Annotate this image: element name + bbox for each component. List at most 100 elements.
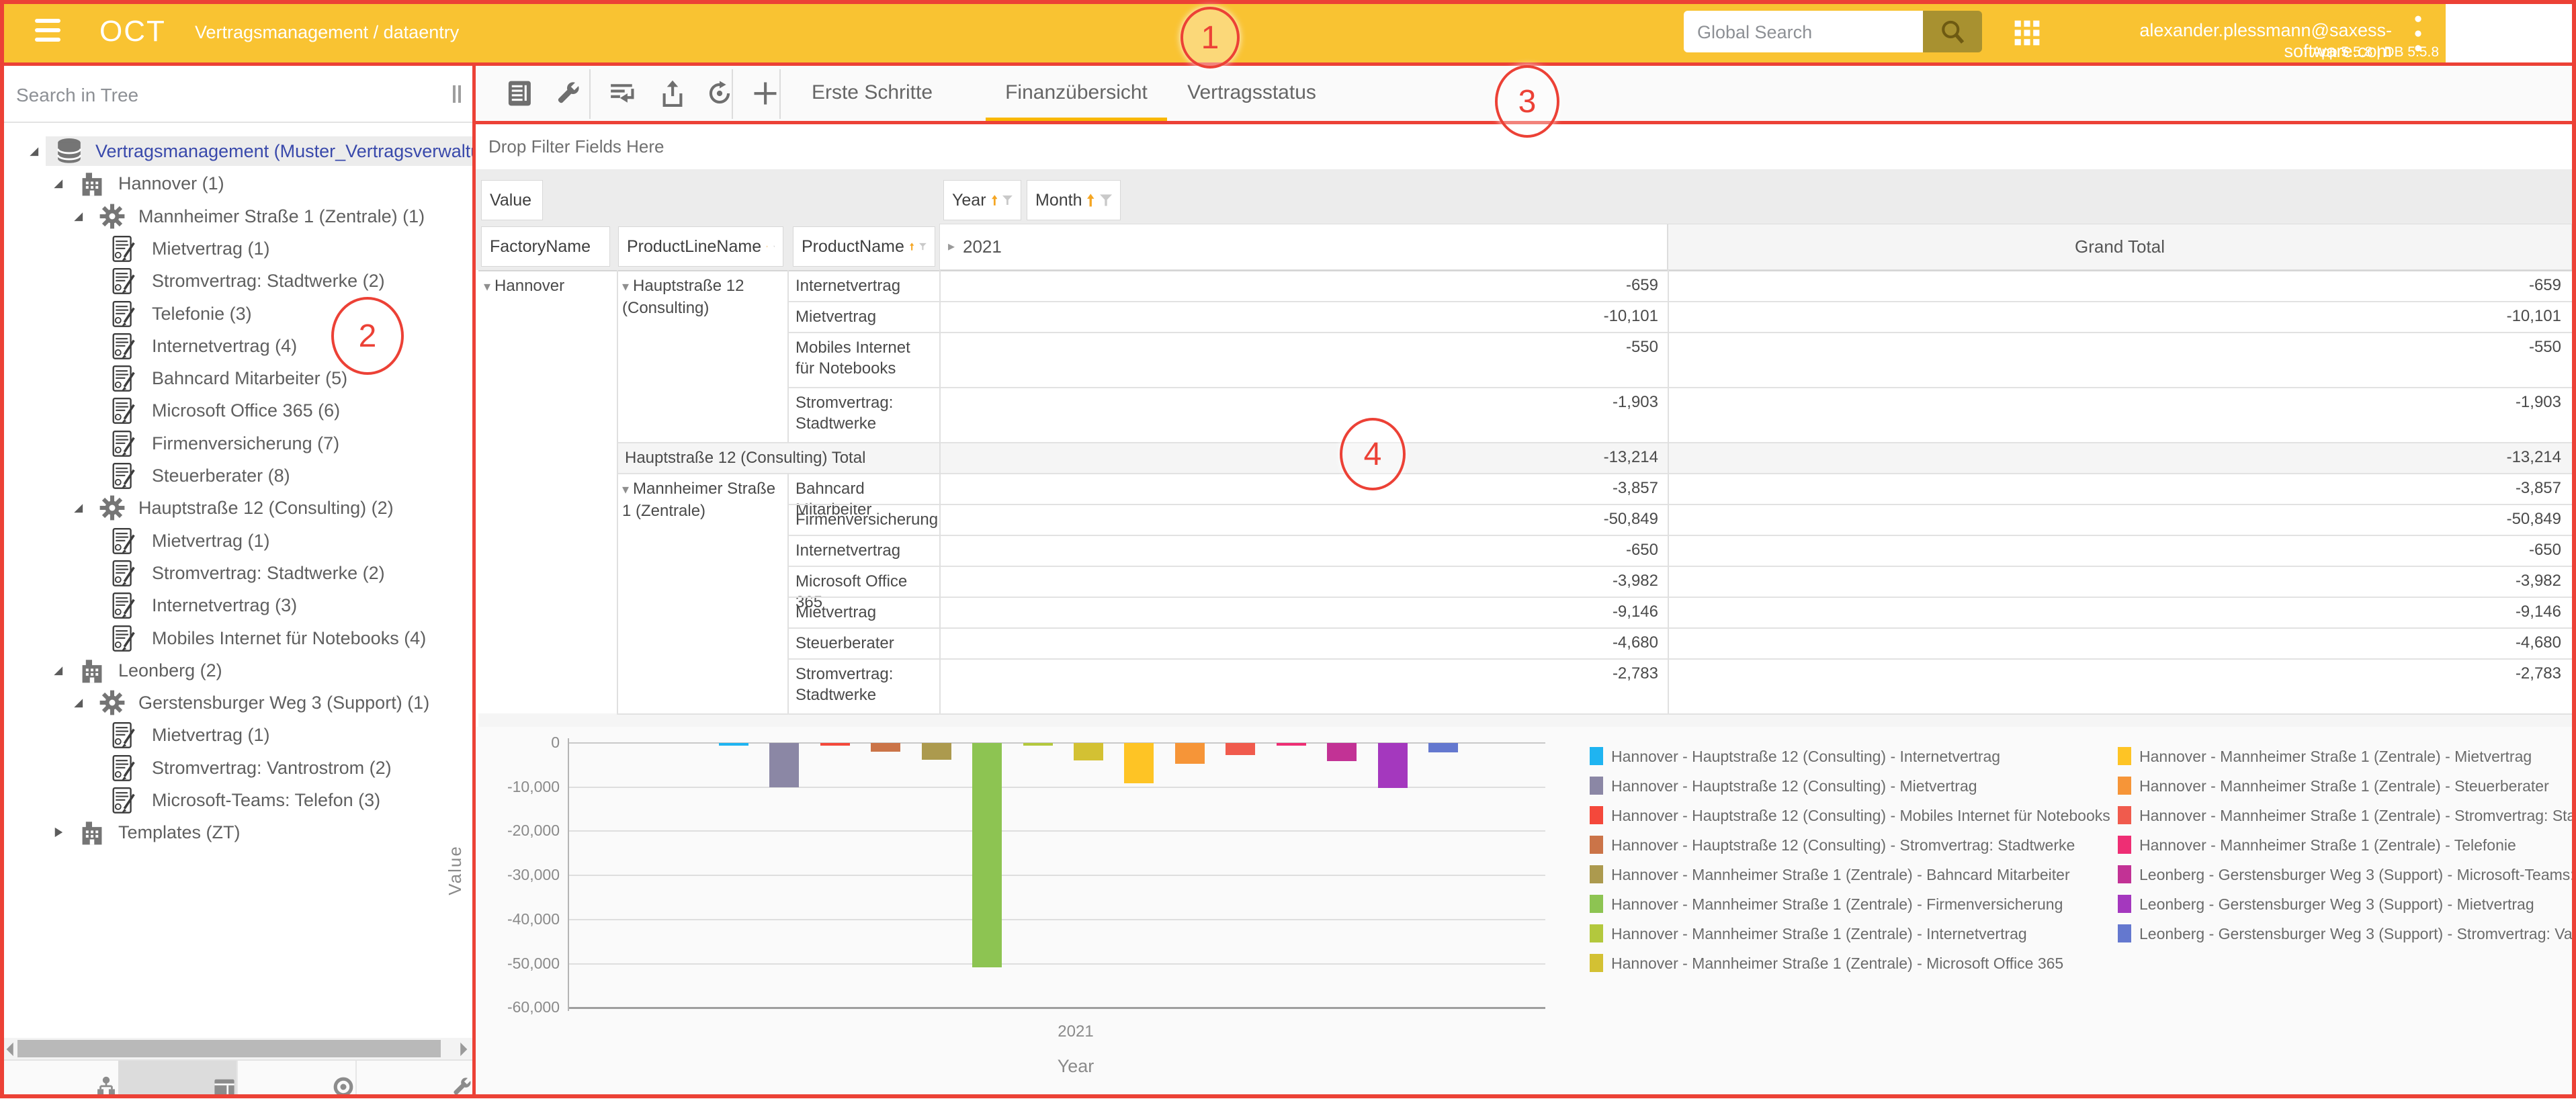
apply-list-icon[interactable] [608,79,638,108]
value-grand-total-cell[interactable]: -550 [1668,338,2561,357]
chart-bar[interactable] [1327,743,1357,761]
value-grand-total-cell[interactable]: -4,680 [1668,633,2561,652]
chart-bar[interactable] [1277,743,1306,746]
value-grand-total-cell[interactable]: -2,783 [1668,664,2561,683]
tree-item[interactable]: Microsoft-Teams: Telefon (3) [0,785,474,816]
chart-bar[interactable] [769,743,799,787]
productlinename-row-chip[interactable]: ProductLineName [618,226,783,267]
chart-bar[interactable] [1428,743,1458,752]
value-2021-cell[interactable]: -659 [939,276,1658,295]
chart-bar[interactable] [820,743,850,746]
tree-item[interactable]: Mobiles Internet für Notebooks (4) [0,623,474,654]
tree-item[interactable]: Steuerberater (8) [0,460,474,491]
expand-arrow-icon[interactable] [27,144,40,158]
tree-item[interactable]: Microsoft Office 365 (6) [0,395,474,426]
scroll-left-icon[interactable] [3,1041,15,1058]
value-2021-cell[interactable]: -3,857 [939,479,1658,498]
value-grand-total-cell[interactable]: -3,857 [1668,479,2561,498]
chart-bar[interactable] [1175,743,1205,764]
tree-item[interactable]: Bahncard Mitarbeiter (5) [0,363,474,394]
tree-item[interactable]: Mannheimer Straße 1 (Zentrale) (1) [0,201,474,232]
toolbar-report-panel-button[interactable] [506,79,534,112]
product-name-cell[interactable]: Stromvertrag: Stadtwerke [796,392,929,434]
search-button[interactable] [1923,11,1982,52]
tree-item[interactable]: Leonberg (2) [0,655,474,686]
upload-icon[interactable] [658,79,687,108]
value-grand-total-cell[interactable]: -1,903 [1668,393,2561,412]
tree-item[interactable]: Templates (ZT) [0,817,474,848]
product-name-cell[interactable]: Mobiles Internet für Notebooks [796,337,929,379]
value-2021-cell[interactable]: -650 [939,541,1658,560]
product-name-cell[interactable]: Mietvertrag [796,306,929,327]
filter-funnel-icon[interactable] [919,239,927,254]
apps-grid-icon[interactable] [2013,19,2041,47]
filter-funnel-icon[interactable] [1002,193,1013,208]
kebab-menu-icon[interactable] [2413,13,2423,54]
scrollbar-thumb[interactable] [17,1040,441,1057]
report-panel-icon[interactable] [506,79,534,108]
tree-item[interactable]: Hannover (1) [0,168,474,199]
value-grand-total-cell[interactable]: -650 [1668,541,2561,560]
horizontal-scrollbar[interactable] [0,1038,474,1059]
chart-bar[interactable] [719,743,748,746]
expand-arrow-icon[interactable] [71,210,85,223]
year-column-chip[interactable]: Year [943,180,1021,220]
collapse-down-icon[interactable]: ▾ [622,482,629,497]
chart-bar[interactable] [1074,743,1103,760]
value-grand-total-cell[interactable]: -10,101 [1668,307,2561,326]
value-grand-total-cell[interactable]: -50,849 [1668,510,2561,529]
tree-item[interactable]: Mietvertrag (1) [0,233,474,264]
value-2021-cell[interactable]: -1,903 [939,393,1658,412]
value-field-chip[interactable]: Value [481,180,543,220]
tab-erste-schritte[interactable]: Erste Schritte [812,81,933,104]
expand-arrow-icon[interactable] [71,501,85,515]
factoryname-row-chip[interactable]: FactoryName [481,226,610,267]
global-search-input[interactable] [1696,12,1914,52]
year-2021-column-header[interactable]: ▸ 2021 [939,224,1668,270]
chart-bar[interactable] [972,743,1002,967]
chart-bar[interactable] [1378,743,1408,788]
chart-bar[interactable] [922,743,951,760]
tree-item[interactable]: Mietvertrag (1) [0,525,474,556]
product-name-cell[interactable]: Mietvertrag [796,602,929,623]
product-name-cell[interactable]: Internetvertrag [796,275,929,296]
tab-vertragsstatus[interactable]: Vertragsstatus [1187,81,1316,104]
tree-item[interactable]: Telefonie (3) [0,298,474,329]
productname-row-chip[interactable]: ProductName [793,226,935,267]
expand-arrow-icon[interactable] [51,664,65,677]
pane-handle-icon[interactable] [452,84,462,104]
tree-item[interactable]: Firmenversicherung (7) [0,428,474,459]
chart-bar[interactable] [1124,743,1154,783]
tree-item[interactable]: Vertragsmanagement (Muster_Vertragsverwa… [0,136,474,167]
factory-name-cell[interactable]: ▾Hannover [484,275,611,298]
product-name-cell[interactable]: Steuerberater [796,633,929,654]
value-2021-cell[interactable]: -50,849 [939,510,1658,529]
value-2021-cell[interactable]: -2,783 [939,664,1658,683]
tree-item[interactable]: Gerstensburger Weg 3 (Support) (1) [0,687,474,718]
product-name-cell[interactable]: Internetvertrag [796,540,929,561]
value-grand-total-cell[interactable]: -659 [1668,276,2561,295]
add-icon[interactable] [750,79,780,108]
sidebar-footer-wrench-button[interactable] [355,1061,475,1098]
tree-item[interactable]: Internetvertrag (3) [0,590,474,621]
tree-search-input[interactable] [15,79,421,112]
tree-item[interactable]: Mietvertrag (1) [0,719,474,750]
value-grand-total-cell[interactable]: -3,982 [1668,572,2561,590]
sidebar-footer-hierarchy-button[interactable] [0,1061,120,1098]
chart-bar[interactable] [871,743,900,752]
restore-icon[interactable] [705,79,734,108]
tree-item[interactable]: Stromvertrag: Stadtwerke (2) [0,558,474,588]
sidebar-footer-table-button[interactable] [118,1061,238,1098]
value-2021-cell[interactable]: -550 [939,338,1658,357]
toolbar-add-button[interactable] [750,79,780,112]
chart-bar[interactable] [1023,743,1053,746]
collapse-down-icon[interactable]: ▾ [484,279,490,294]
expand-arrow-icon[interactable] [51,177,65,190]
toolbar-wrench-button[interactable] [553,79,583,112]
expand-arrow-icon[interactable] [71,696,85,709]
toolbar-upload-button[interactable] [658,79,687,112]
expand-right-icon[interactable]: ▸ [948,238,955,255]
toolbar-restore-button[interactable] [705,79,734,112]
chart-bar[interactable] [1226,743,1255,755]
value-2021-cell[interactable]: -4,680 [939,633,1658,652]
